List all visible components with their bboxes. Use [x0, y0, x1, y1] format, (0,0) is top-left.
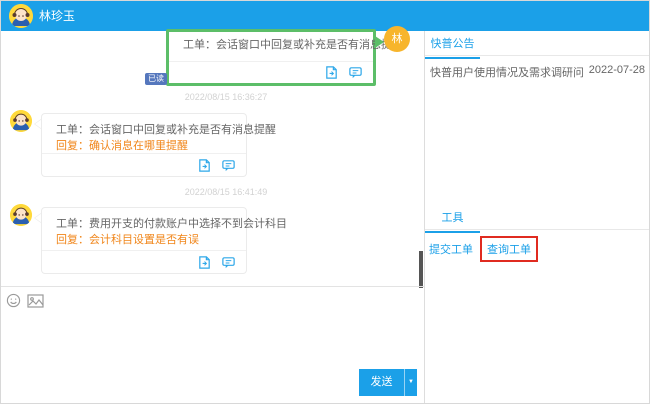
ticket-text: 工单：会话窗口中回复或补充是否有消息提醒	[42, 122, 246, 138]
chat-bubble-icon[interactable]	[221, 158, 236, 173]
send-button[interactable]: 发送	[359, 369, 404, 396]
forward-ticket-icon[interactable]	[324, 65, 339, 80]
ticket-text: 工单：费用开支的付款账户中选择不到会计科目	[42, 216, 246, 232]
bubble-tail	[34, 213, 41, 223]
announcement-title: 快普用户使用情况及需求调研问卷	[430, 64, 583, 80]
message-outgoing: 工单：会话窗口中回复或补充是否有消息提醒	[166, 29, 376, 86]
message-incoming: 工单：会话窗口中回复或补充是否有消息提醒 回复：确认消息在哪里提醒	[41, 113, 247, 177]
announcement-date: 2022-07-28	[589, 64, 645, 80]
bubble-tail	[375, 36, 384, 48]
top-bar: 林珍玉	[1, 1, 650, 31]
girl-avatar-icon	[10, 204, 32, 226]
send-button-group: 发送 ▼	[359, 369, 417, 396]
right-sidebar: 快普公告 快普用户使用情况及需求调研问卷 2022-07-28 工具 提交工单 …	[424, 31, 650, 404]
bubble-divider	[42, 153, 246, 154]
bubble-tail	[34, 119, 41, 129]
image-upload-icon[interactable]	[27, 294, 43, 310]
contact-name: 林珍玉	[39, 1, 75, 31]
read-status-badge: 已读	[145, 73, 167, 85]
app-window: 林珍玉 工单：会话窗口中回复或补充是否有消息提醒 已读 林 2022/08/15…	[0, 0, 650, 404]
input-area-divider	[1, 286, 424, 287]
send-dropdown-button[interactable]: ▼	[404, 369, 417, 396]
support-avatar	[10, 204, 32, 226]
bubble-divider	[42, 250, 246, 251]
tabs-divider	[425, 55, 650, 56]
message-timestamp: 2022/08/15 16:41:49	[151, 187, 301, 197]
chat-scrollbar-thumb[interactable]	[419, 251, 423, 288]
tools-links-row: 提交工单 查询工单	[429, 236, 538, 262]
tabs-divider	[425, 229, 650, 230]
bubble-divider	[169, 61, 373, 62]
emoji-icon[interactable]	[6, 293, 22, 309]
chat-bubble-icon[interactable]	[348, 65, 363, 80]
announcement-item[interactable]: 快普用户使用情况及需求调研问卷 2022-07-28	[430, 64, 645, 80]
reply-text: 回复：确认消息在哪里提醒	[42, 138, 246, 154]
ticket-text: 工单：会话窗口中回复或补充是否有消息提醒	[169, 37, 373, 53]
submit-ticket-link[interactable]: 提交工单	[429, 241, 473, 257]
reply-text: 回复：会计科目设置是否有误	[42, 232, 246, 248]
annotation-red-box: 查询工单	[480, 236, 538, 262]
user-avatar	[9, 4, 33, 28]
query-ticket-link[interactable]: 查询工单	[487, 244, 531, 256]
support-avatar	[10, 110, 32, 132]
chevron-down-icon: ▼	[408, 379, 414, 385]
message-timestamp: 2022/08/15 16:36:27	[151, 92, 301, 102]
sender-initial-avatar: 林	[384, 26, 410, 52]
girl-avatar-icon	[9, 4, 33, 28]
chat-bubble-icon[interactable]	[221, 255, 236, 270]
forward-ticket-icon[interactable]	[197, 158, 212, 173]
message-incoming: 工单：费用开支的付款账户中选择不到会计科目 回复：会计科目设置是否有误	[41, 207, 247, 274]
girl-avatar-icon	[10, 110, 32, 132]
forward-ticket-icon[interactable]	[197, 255, 212, 270]
